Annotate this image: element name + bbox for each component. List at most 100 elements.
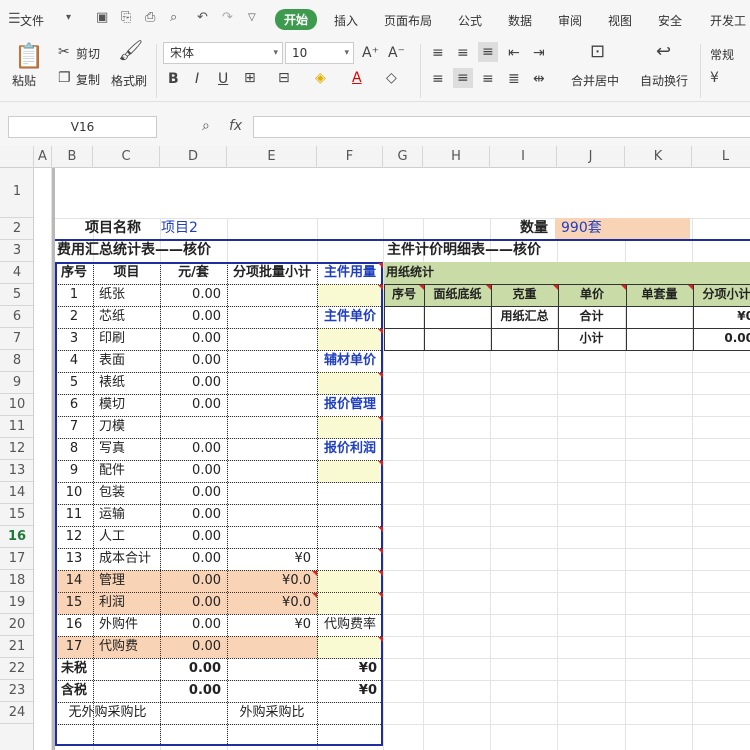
clear-format-icon[interactable]: ◇: [386, 70, 397, 86]
item-subtotal[interactable]: [227, 328, 317, 350]
item-no[interactable]: 3: [55, 328, 93, 350]
item-side-label[interactable]: [317, 592, 383, 614]
row-header-17[interactable]: 17: [0, 548, 34, 570]
pretax-subtotal[interactable]: ¥0: [227, 658, 383, 680]
row-header-21[interactable]: 21: [0, 636, 34, 658]
rh-no[interactable]: 序号: [384, 284, 424, 306]
item-name[interactable]: 利润: [93, 592, 160, 614]
justify-icon[interactable]: ≣: [508, 71, 520, 87]
item-price[interactable]: 0.00: [160, 592, 227, 614]
column-header-K[interactable]: K: [625, 146, 692, 168]
left-table-title[interactable]: 费用汇总统计表——核价: [57, 240, 287, 262]
rh-unit-price[interactable]: 单价: [558, 284, 626, 306]
rh-paper[interactable]: 面纸底纸: [424, 284, 491, 306]
item-side-label[interactable]: [317, 482, 383, 504]
merge-center-button[interactable]: 合并居中: [571, 72, 619, 89]
item-no[interactable]: 16: [55, 614, 93, 636]
italic-icon[interactable]: I: [195, 71, 199, 87]
item-no[interactable]: 10: [55, 482, 93, 504]
tab-security[interactable]: 安全: [658, 12, 682, 29]
item-no[interactable]: 8: [55, 438, 93, 460]
copy-button[interactable]: 复制: [76, 71, 100, 88]
tax-label[interactable]: 含税: [55, 680, 93, 702]
item-name[interactable]: 成本合计: [93, 548, 160, 570]
item-subtotal[interactable]: ¥0.0: [227, 592, 317, 614]
column-header-F[interactable]: F: [317, 146, 383, 168]
item-no[interactable]: 11: [55, 504, 93, 526]
zoom-icon[interactable]: ⌕: [202, 118, 210, 134]
item-no[interactable]: 14: [55, 570, 93, 592]
align-right-icon[interactable]: ≡: [482, 71, 494, 87]
item-name[interactable]: 刀模: [93, 416, 160, 438]
item-name[interactable]: 裱纸: [93, 372, 160, 394]
item-price[interactable]: 0.00: [160, 350, 227, 372]
item-price[interactable]: 0.00: [160, 636, 227, 658]
item-no[interactable]: 1: [55, 284, 93, 306]
item-name[interactable]: 人工: [93, 526, 160, 548]
total-label[interactable]: 合计: [558, 306, 625, 328]
item-side-label[interactable]: 辅材单价: [317, 350, 383, 372]
distribute-icon[interactable]: ⇹: [533, 71, 545, 87]
item-subtotal[interactable]: [227, 284, 317, 306]
row-header-7[interactable]: 7: [0, 328, 34, 350]
column-header-A[interactable]: A: [34, 146, 52, 168]
item-name[interactable]: 运输: [93, 504, 160, 526]
menu-file[interactable]: 文件: [20, 12, 44, 29]
item-price[interactable]: 0.00: [160, 328, 227, 350]
tax-subtotal[interactable]: ¥0: [227, 680, 383, 702]
indent-increase-icon[interactable]: ⇥: [533, 45, 545, 61]
item-name[interactable]: 印刷: [93, 328, 160, 350]
column-header-H[interactable]: H: [423, 146, 490, 168]
item-subtotal[interactable]: [227, 394, 317, 416]
wrap-icon[interactable]: ↩: [656, 43, 671, 61]
column-header-B[interactable]: B: [52, 146, 93, 168]
border-icon[interactable]: ⊞: [244, 70, 256, 86]
item-subtotal[interactable]: [227, 372, 317, 394]
item-price[interactable]: 0.00: [160, 548, 227, 570]
total-value[interactable]: ¥0: [626, 306, 750, 328]
row-header-13[interactable]: 13: [0, 460, 34, 482]
header-subtotal[interactable]: 分项批量小计: [227, 262, 317, 284]
row-header-16[interactable]: 16: [0, 526, 34, 548]
row-header-19[interactable]: 19: [0, 592, 34, 614]
align-center-icon[interactable]: ≡: [453, 68, 473, 88]
item-side-label[interactable]: [317, 284, 383, 306]
item-price[interactable]: 0.00: [160, 306, 227, 328]
row-header-11[interactable]: 11: [0, 416, 34, 438]
subtotal-value[interactable]: 0.00: [626, 328, 750, 350]
item-subtotal[interactable]: [227, 482, 317, 504]
merge-icon[interactable]: ⊡: [590, 43, 605, 61]
name-box[interactable]: V16: [8, 116, 157, 138]
item-name[interactable]: 写真: [93, 438, 160, 460]
font-size-select[interactable]: 10 ▾: [285, 42, 354, 64]
item-price[interactable]: [160, 416, 227, 438]
print-icon[interactable]: ⎙: [145, 10, 155, 25]
item-side-label[interactable]: 主件单价: [317, 306, 383, 328]
item-name[interactable]: 表面: [93, 350, 160, 372]
paper-stats-title[interactable]: 用纸统计: [386, 262, 486, 284]
pretax-label[interactable]: 未税: [55, 658, 93, 680]
align-middle-icon[interactable]: ≡: [457, 45, 469, 61]
column-header-G[interactable]: G: [383, 146, 423, 168]
column-header-E[interactable]: E: [227, 146, 317, 168]
row-header-1[interactable]: 1: [0, 168, 34, 218]
item-side-label[interactable]: [317, 526, 383, 548]
print-preview-icon[interactable]: ⌕: [170, 10, 177, 25]
column-header-L[interactable]: L: [692, 146, 750, 168]
pretax-value[interactable]: 0.00: [160, 658, 227, 680]
item-side-label[interactable]: [317, 460, 383, 482]
item-no[interactable]: 9: [55, 460, 93, 482]
row-header-4[interactable]: 4: [0, 262, 34, 284]
item-no[interactable]: 6: [55, 394, 93, 416]
row-header-24[interactable]: 24: [0, 702, 34, 724]
cut-button[interactable]: 剪切: [76, 45, 100, 62]
item-price[interactable]: 0.00: [160, 284, 227, 306]
item-subtotal[interactable]: ¥0.0: [227, 570, 317, 592]
item-subtotal[interactable]: [227, 636, 317, 658]
scissors-icon[interactable]: ✂: [58, 44, 70, 60]
item-name[interactable]: 芯纸: [93, 306, 160, 328]
tab-data[interactable]: 数据: [508, 12, 532, 29]
item-no[interactable]: 12: [55, 526, 93, 548]
no-outsource-label[interactable]: 无外购采购比: [55, 702, 160, 724]
item-side-label[interactable]: [317, 328, 383, 350]
